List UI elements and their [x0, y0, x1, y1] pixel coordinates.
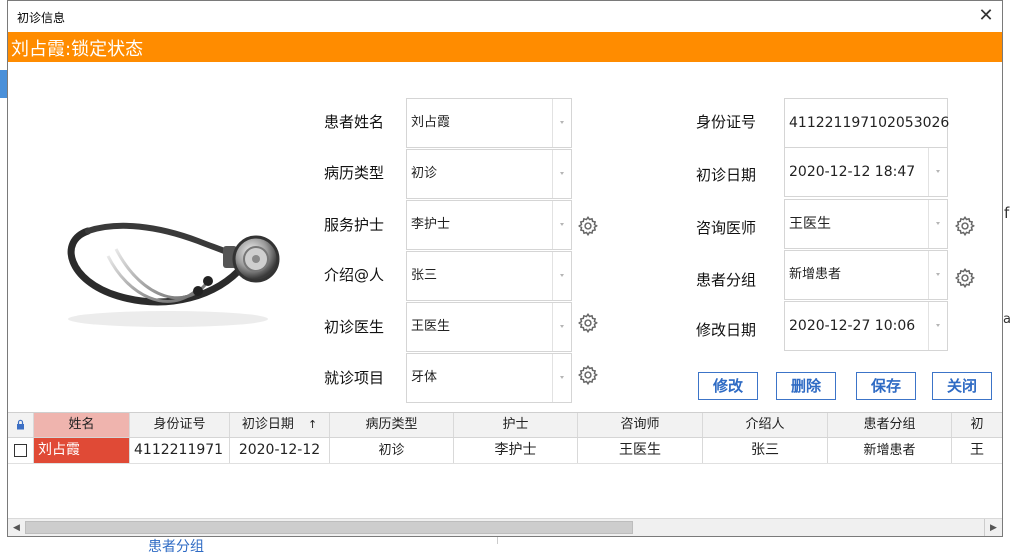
background-text: 患者分组 — [148, 539, 204, 555]
consultant-label: 咨询医师 — [696, 219, 757, 237]
doctor-select[interactable]: 王医生 — [406, 302, 572, 352]
doctor-label: 初诊医生 — [324, 318, 385, 336]
row-checkbox-cell — [8, 438, 34, 463]
stethoscope-image — [67, 222, 280, 327]
record-type-label: 病历类型 — [324, 164, 385, 182]
modified-date-value: 2020-12-27 10:06 — [789, 318, 916, 334]
consultant-select[interactable]: 王医生 — [784, 199, 948, 249]
nurse-label: 服务护士 — [324, 216, 385, 234]
column-header-doctor[interactable]: 初 — [952, 413, 1002, 437]
status-banner-text: 刘占霞:锁定状态 — [11, 39, 144, 60]
record-type-select[interactable]: 初诊 — [406, 149, 572, 199]
background-divider — [497, 537, 498, 544]
horizontal-scrollbar[interactable]: ◀ ▶ — [8, 518, 1002, 536]
chevron-down-icon[interactable] — [552, 354, 571, 402]
scrollbar-thumb[interactable] — [25, 521, 633, 534]
close-button[interactable]: 关闭 — [932, 372, 992, 400]
column-header-consultant[interactable]: 咨询师 — [578, 413, 703, 437]
background-bar — [0, 70, 7, 98]
treatment-item-value: 牙体 — [411, 370, 438, 385]
group-settings-gear-icon[interactable] — [954, 267, 976, 289]
id-number-value: 411221197102053026 — [789, 115, 950, 131]
edit-button[interactable]: 修改 — [698, 372, 758, 400]
scroll-right-icon[interactable]: ▶ — [984, 519, 1002, 536]
first-visit-date-picker[interactable]: 2020-12-12 18:47 — [784, 147, 948, 197]
background-text: f — [1004, 204, 1010, 222]
first-visit-date-value: 2020-12-12 18:47 — [789, 164, 916, 180]
cell-record-type[interactable]: 初诊 — [330, 438, 454, 463]
nurse-value: 李护士 — [411, 217, 451, 232]
cell-group[interactable]: 新增患者 — [828, 438, 952, 463]
treatment-item-select[interactable]: 牙体 — [406, 353, 572, 403]
referrer-value: 张三 — [411, 268, 438, 283]
cell-first-visit-date[interactable]: 2020-12-12 — [230, 438, 330, 463]
column-header-name[interactable]: 姓名 — [34, 413, 130, 437]
patient-name-field[interactable]: 刘占霞 — [406, 98, 572, 148]
column-header-id[interactable]: 身份证号 — [130, 413, 230, 437]
record-type-value: 初诊 — [411, 166, 438, 181]
chevron-down-icon[interactable] — [552, 252, 571, 300]
cell-referrer[interactable]: 张三 — [703, 438, 828, 463]
table-row[interactable]: 刘占霞 4112211971 2020-12-12 初诊 李护士 王医生 张三 … — [8, 438, 1002, 464]
chevron-down-icon[interactable] — [552, 201, 571, 249]
patient-group-value: 新增患者 — [789, 267, 842, 282]
chevron-down-icon[interactable] — [928, 302, 947, 350]
save-button[interactable]: 保存 — [856, 372, 916, 400]
modified-date-picker[interactable]: 2020-12-27 10:06 — [784, 301, 948, 351]
patient-name-value: 刘占霞 — [411, 115, 451, 130]
cell-doctor[interactable]: 王 — [952, 438, 1002, 463]
window-title: 初诊信息 — [17, 11, 66, 25]
title-bar: 初诊信息 ✕ — [8, 1, 1002, 31]
delete-button[interactable]: 删除 — [776, 372, 836, 400]
first-visit-date-label: 初诊日期 — [696, 166, 757, 184]
lock-icon — [17, 419, 24, 430]
id-number-label: 身份证号 — [696, 113, 757, 131]
column-header-referrer[interactable]: 介绍人 — [703, 413, 828, 437]
nurse-select[interactable]: 李护士 — [406, 200, 572, 250]
table-header: 姓名 身份证号 初诊日期 ↑ 病历类型 护士 咨询师 介绍人 患者分组 初 — [8, 413, 1002, 438]
patient-table: 姓名 身份证号 初诊日期 ↑ 病历类型 护士 咨询师 介绍人 患者分组 初 刘占… — [8, 412, 1002, 519]
sort-ascending-icon: ↑ — [307, 418, 318, 431]
chevron-down-icon[interactable] — [552, 150, 571, 198]
doctor-settings-gear-icon[interactable] — [577, 312, 599, 334]
referrer-label: 介绍@人 — [324, 266, 385, 284]
cell-name[interactable]: 刘占霞 — [34, 438, 130, 463]
lock-column-header[interactable] — [8, 413, 34, 437]
patient-group-label: 患者分组 — [696, 271, 757, 289]
cell-id[interactable]: 4112211971 — [130, 438, 230, 463]
column-header-first-visit-date[interactable]: 初诊日期 ↑ — [230, 413, 330, 437]
cell-nurse[interactable]: 李护士 — [454, 438, 578, 463]
status-banner: 刘占霞:锁定状态 — [8, 32, 1002, 62]
background-text: a — [1003, 312, 1011, 327]
scroll-left-icon[interactable]: ◀ — [8, 519, 25, 536]
column-header-first-visit-date-text: 初诊日期 — [241, 417, 294, 432]
treatment-settings-gear-icon[interactable] — [577, 364, 599, 386]
column-header-nurse[interactable]: 护士 — [454, 413, 578, 437]
id-number-field[interactable]: 411221197102053026 — [784, 98, 950, 148]
dialog-window: 初诊信息 ✕ 刘占霞:锁定状态 患者姓名 刘占霞 病历类型 初诊 服务护士 李护… — [7, 0, 1003, 537]
row-checkbox[interactable] — [14, 443, 27, 457]
chevron-down-icon[interactable] — [928, 200, 947, 248]
close-icon[interactable]: ✕ — [972, 3, 1000, 29]
patient-name-label: 患者姓名 — [324, 113, 385, 131]
column-header-group[interactable]: 患者分组 — [828, 413, 952, 437]
doctor-value: 王医生 — [411, 319, 451, 334]
referrer-select[interactable]: 张三 — [406, 251, 572, 301]
patient-group-select[interactable]: 新增患者 — [784, 250, 948, 300]
modified-date-label: 修改日期 — [696, 321, 757, 339]
consultant-value: 王医生 — [789, 216, 831, 232]
chevron-down-icon[interactable] — [928, 251, 947, 299]
nurse-settings-gear-icon[interactable] — [577, 215, 599, 237]
consultant-settings-gear-icon[interactable] — [954, 215, 976, 237]
chevron-down-icon[interactable] — [552, 99, 571, 147]
cell-consultant[interactable]: 王医生 — [578, 438, 703, 463]
chevron-down-icon[interactable] — [928, 148, 947, 196]
treatment-item-label: 就诊项目 — [324, 369, 385, 387]
column-header-record-type[interactable]: 病历类型 — [330, 413, 454, 437]
chevron-down-icon[interactable] — [552, 303, 571, 351]
